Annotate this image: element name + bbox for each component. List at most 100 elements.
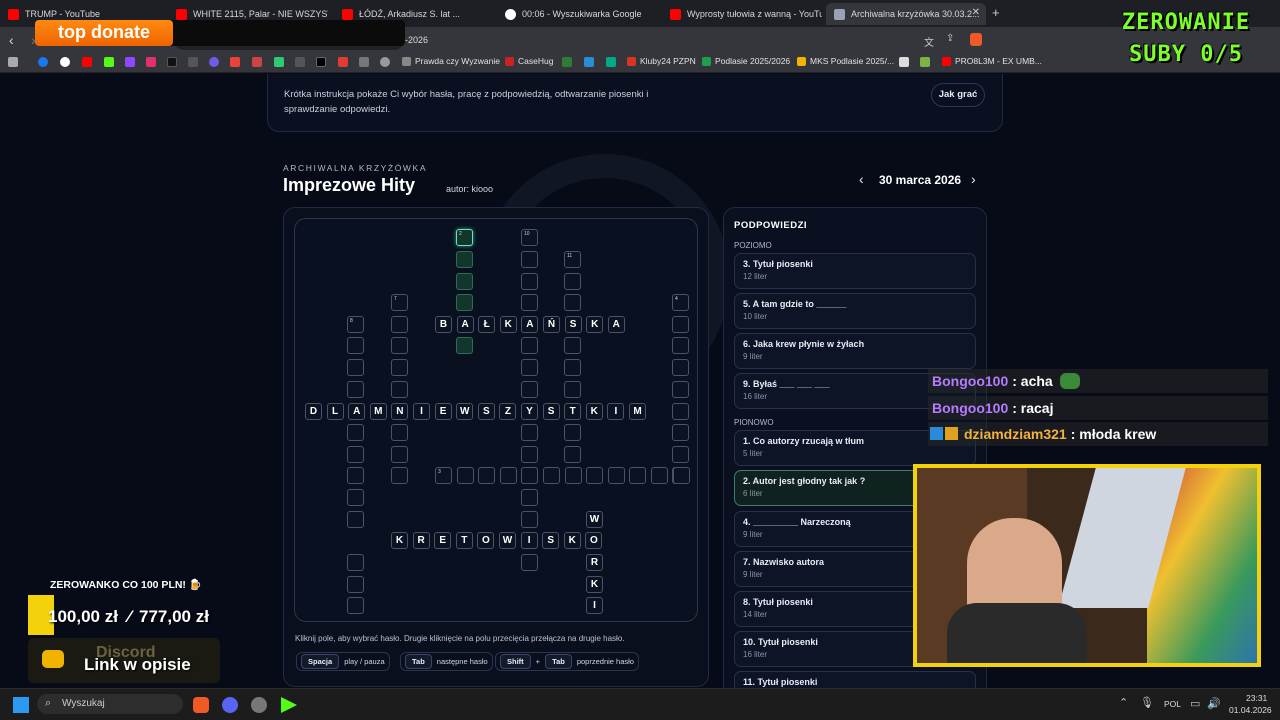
- grid-cell[interactable]: [521, 294, 538, 311]
- prev-date-button[interactable]: ‹: [859, 171, 864, 187]
- grid-cell[interactable]: [564, 381, 581, 398]
- google-icon[interactable]: [60, 57, 70, 67]
- bookmark-icon[interactable]: [899, 57, 909, 67]
- grid-cell[interactable]: [391, 337, 408, 354]
- grid-cell-filled[interactable]: W: [586, 511, 603, 528]
- grid-cell[interactable]: [456, 251, 473, 268]
- grid-cell-filled[interactable]: S: [477, 403, 495, 420]
- grid-cell[interactable]: [521, 337, 538, 354]
- grid-cell[interactable]: 10: [521, 229, 538, 246]
- grid-cell[interactable]: [456, 337, 473, 354]
- language-indicator[interactable]: POL: [1164, 699, 1181, 709]
- tiktok-icon[interactable]: [167, 57, 177, 67]
- bookmark-icon[interactable]: [209, 57, 219, 67]
- grid-cell-filled[interactable]: E: [434, 532, 452, 549]
- bookmark-icon[interactable]: [274, 57, 284, 67]
- grid-cell-filled[interactable]: Ł: [478, 316, 496, 333]
- grid-cell-filled[interactable]: A: [607, 316, 625, 333]
- grid-cell-filled[interactable]: K: [586, 316, 604, 333]
- network-icon[interactable]: ▭: [1190, 697, 1200, 710]
- grid-cell-filled[interactable]: S: [564, 316, 582, 333]
- grid-cell[interactable]: 7: [391, 294, 408, 311]
- taskbar-search[interactable]: [37, 694, 183, 714]
- grid-cell-filled[interactable]: R: [586, 554, 603, 571]
- bookmark-icon[interactable]: [380, 57, 390, 67]
- grid-cell[interactable]: [391, 467, 408, 484]
- bookmark-icon[interactable]: [920, 57, 930, 67]
- grid-cell[interactable]: [391, 316, 408, 333]
- grid-cell[interactable]: [347, 511, 364, 528]
- grid-cell-filled[interactable]: L: [326, 403, 344, 420]
- grid-cell-filled[interactable]: K: [563, 532, 581, 549]
- grid-cell[interactable]: [347, 489, 364, 506]
- tray-chevron-icon[interactable]: ⌃: [1119, 696, 1128, 709]
- grid-cell[interactable]: [672, 316, 689, 333]
- twitch-icon[interactable]: [125, 57, 135, 67]
- close-tab-icon[interactable]: ✕: [972, 7, 980, 18]
- grid-cell[interactable]: [391, 446, 408, 463]
- grid-cell[interactable]: [521, 511, 538, 528]
- grid-cell-filled[interactable]: Ń: [543, 316, 560, 333]
- grid-cell[interactable]: [521, 446, 538, 463]
- grid-cell-filled[interactable]: A: [348, 403, 366, 420]
- kick-icon[interactable]: [104, 57, 114, 67]
- grid-cell-filled[interactable]: D: [305, 403, 322, 420]
- grid-cell[interactable]: [478, 467, 496, 484]
- grid-cell[interactable]: [456, 467, 474, 484]
- facebook-icon[interactable]: [38, 57, 48, 67]
- youtube-icon[interactable]: [82, 57, 92, 67]
- grid-cell[interactable]: 11: [564, 251, 581, 268]
- grid-cell-filled[interactable]: Z: [499, 403, 517, 420]
- brave-shield-icon[interactable]: [970, 33, 982, 46]
- grid-cell[interactable]: [672, 403, 689, 420]
- grid-cell[interactable]: [347, 424, 364, 441]
- grid-cell[interactable]: [564, 294, 581, 311]
- grid-cell[interactable]: [521, 251, 538, 268]
- grid-cell-filled[interactable]: A: [456, 316, 474, 333]
- tab-google[interactable]: 00:06 - Wyszukiwarka Google: [497, 3, 657, 25]
- instagram-icon[interactable]: [146, 57, 156, 67]
- grid-cell-filled[interactable]: S: [542, 403, 560, 420]
- bookmark-prawda[interactable]: Prawda czy Wyzwanie: [402, 56, 500, 66]
- grid-cell-filled[interactable]: O: [585, 532, 603, 549]
- grid-cell-filled[interactable]: M: [629, 403, 646, 420]
- how-to-play-button[interactable]: Jak grać: [931, 83, 985, 107]
- grid-cell[interactable]: [499, 467, 517, 484]
- translate-icon[interactable]: 文: [924, 34, 934, 49]
- grid-cell[interactable]: [672, 467, 690, 484]
- grid-cell-filled[interactable]: I: [520, 532, 538, 549]
- bookmark-mks[interactable]: MKS Podlasie 2025/...: [797, 56, 894, 66]
- grid-cell-filled[interactable]: S: [542, 532, 560, 549]
- bookmark-icon[interactable]: [338, 57, 348, 67]
- bookmark-pro8l3m[interactable]: PRO8L3M - EX UMB...: [942, 56, 1042, 66]
- grid-cell[interactable]: [521, 424, 538, 441]
- clue-card[interactable]: 3. Tytuł piosenki 12 liter: [734, 253, 976, 289]
- grid-cell-filled[interactable]: E: [434, 403, 452, 420]
- grid-cell[interactable]: [521, 554, 538, 571]
- grid-cell[interactable]: 2: [456, 229, 473, 246]
- grid-cell[interactable]: [629, 467, 647, 484]
- bookmark-podlasie[interactable]: Podlasie 2025/2026: [702, 56, 790, 66]
- grid-cell[interactable]: [521, 273, 538, 290]
- tip-icon[interactable]: [188, 57, 198, 67]
- grid-cell-filled[interactable]: Y: [521, 403, 538, 420]
- grid-cell[interactable]: [672, 359, 689, 376]
- grid-cell[interactable]: [347, 554, 364, 571]
- clue-card[interactable]: 6. Jaka krew płynie w żyłach 9 liter: [734, 333, 976, 369]
- grid-cell-filled[interactable]: W: [456, 403, 474, 420]
- share-icon[interactable]: ⇪: [946, 33, 954, 44]
- microphone-icon[interactable]: 🎙: [1140, 696, 1154, 709]
- clue-card[interactable]: 5. A tam gdzie to ______ 10 liter: [734, 293, 976, 329]
- bookmark-casehug[interactable]: CaseHug: [505, 56, 553, 66]
- tab-youtube-wanna[interactable]: Wyprosty tułowia z wanną - YouTube: [662, 3, 822, 25]
- grid-cell-filled[interactable]: T: [455, 532, 473, 549]
- grid-cell[interactable]: [586, 467, 604, 484]
- grid-cell[interactable]: [456, 273, 473, 290]
- clue-card[interactable]: 11. Tytuł piosenki: [734, 671, 976, 688]
- grid-cell-filled[interactable]: W: [499, 532, 516, 549]
- grid-cell[interactable]: [564, 467, 582, 484]
- tab-archiwalna-active[interactable]: Archiwalna krzyżówka 30.03.2... ✕: [826, 3, 986, 25]
- x-icon[interactable]: [316, 57, 326, 67]
- grid-cell-filled[interactable]: K: [585, 403, 603, 420]
- grid-cell-filled[interactable]: M: [369, 403, 387, 420]
